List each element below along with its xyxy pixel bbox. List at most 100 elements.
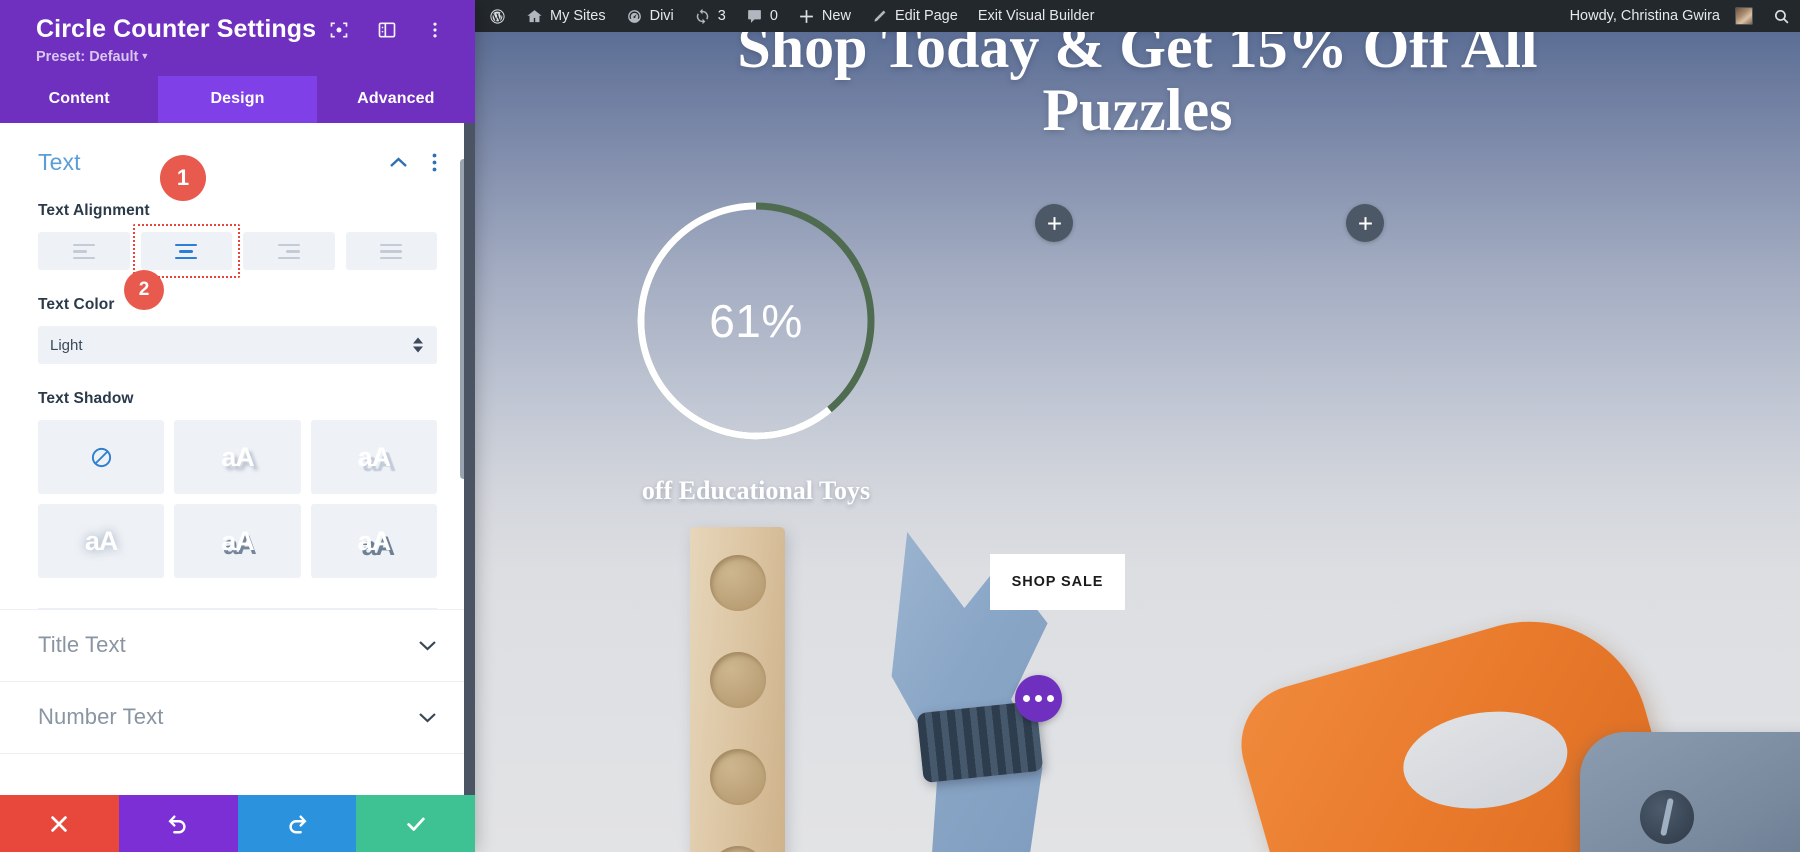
panel-scroll-area: Text Text Alignment Text Color Light Tex…: [0, 123, 475, 795]
admin-bar-label: New: [821, 8, 851, 24]
howdy-label: Howdy, Christina Gwira: [1569, 8, 1720, 24]
hero-section: Shop Today & Get 15% Off All Puzzles: [475, 32, 1800, 142]
admin-bar-howdy[interactable]: Howdy, Christina Gwira: [1556, 0, 1763, 32]
preset-label: Preset: Default: [36, 49, 139, 66]
add-module-button-1[interactable]: [1035, 204, 1073, 242]
text-color-select[interactable]: [38, 326, 437, 365]
admin-bar-label: Exit Visual Builder: [977, 8, 1095, 24]
panel-title: Circle Counter Settings: [36, 15, 317, 43]
circle-counter-percent: 61%: [709, 295, 803, 347]
text-shadow-preview: aA: [357, 441, 392, 472]
align-justify-icon: [380, 243, 403, 259]
module-settings-dots-button[interactable]: [1015, 675, 1062, 722]
panel-header: Circle Counter Settings Preset: Default ▼: [0, 0, 475, 77]
chevron-down-icon: ▼: [140, 51, 150, 62]
align-right-icon: [277, 243, 300, 259]
undo-icon: [168, 814, 186, 833]
field-text-color: Text Color: [38, 296, 437, 365]
plus-icon: [1358, 216, 1372, 230]
text-shadow-preview: aA: [221, 441, 255, 472]
circle-counter-title: off Educational Toys: [641, 476, 871, 505]
text-shadow-preview: aA: [357, 525, 392, 556]
annotation-badge-1-label: 1: [176, 165, 190, 190]
panel-body: Text Text Alignment Text Color Light Tex…: [0, 123, 475, 795]
text-shadow-none-button[interactable]: [38, 420, 165, 495]
admin-bar-divi[interactable]: Divi: [616, 0, 684, 32]
speedometer-icon: [627, 9, 641, 23]
admin-bar-wordpress-logo[interactable]: [475, 0, 516, 32]
align-center-button[interactable]: [132, 224, 240, 279]
redo-button[interactable]: [237, 795, 357, 852]
wp-admin-bar: My Sites Divi 3 0 New Edit Page Exit Vis…: [475, 0, 1800, 32]
tab-advanced[interactable]: Advanced: [317, 76, 475, 123]
plus-icon: [1047, 216, 1061, 230]
chevron-down-icon[interactable]: [418, 711, 437, 724]
circle-counter-module[interactable]: 61% off Educational Toys: [619, 184, 893, 506]
text-shadow-preview: aA: [84, 525, 119, 556]
section-text-title: Text: [38, 149, 81, 176]
text-shadow-option-2-button[interactable]: aA: [174, 420, 301, 495]
kebab-menu-icon[interactable]: [425, 20, 445, 40]
section-next-partial[interactable]: [0, 753, 475, 795]
text-alignment-label: Text Alignment: [38, 202, 150, 220]
annotation-badge-2-label: 2: [138, 279, 150, 300]
comment-bubble-icon: [747, 9, 761, 23]
dot: [1023, 695, 1030, 702]
align-justify-button[interactable]: [345, 232, 437, 271]
admin-bar-exit-visual-builder[interactable]: Exit Visual Builder: [968, 0, 1105, 32]
admin-bar-label: 3: [717, 8, 726, 24]
admin-bar-my-sites[interactable]: My Sites: [516, 0, 616, 32]
multisite-icon: [527, 9, 542, 22]
text-shadow-option-6-button[interactable]: aA: [310, 504, 437, 579]
chevron-up-icon[interactable]: [389, 156, 408, 169]
admin-bar-updates[interactable]: 3: [684, 0, 736, 32]
layout-panel-icon[interactable]: [377, 20, 397, 40]
cancel-changes-button[interactable]: [0, 795, 119, 852]
tab-content[interactable]: Content: [0, 76, 158, 123]
kebab-menu-icon[interactable]: [432, 153, 437, 172]
dot: [1047, 695, 1054, 702]
close-icon: [51, 815, 68, 832]
text-alignment-buttons: [38, 224, 437, 279]
admin-bar-edit-page[interactable]: Edit Page: [861, 0, 968, 32]
add-module-button-2[interactable]: [1346, 204, 1384, 242]
shop-sale-button[interactable]: SHOP SALE: [990, 554, 1125, 610]
align-left-button[interactable]: [38, 232, 130, 271]
plus-icon: [800, 9, 813, 23]
search-icon: [1774, 9, 1789, 23]
admin-bar-comments[interactable]: 0: [736, 0, 788, 32]
annotation-badge-2: 2: [124, 270, 164, 310]
section-text-header[interactable]: Text: [38, 149, 437, 176]
section-title-text[interactable]: Title Text: [0, 609, 475, 681]
no-shadow-icon: [91, 447, 111, 467]
field-text-alignment: Text Alignment: [38, 202, 437, 279]
text-shadow-option-4-button[interactable]: aA: [38, 504, 165, 579]
chevron-down-icon[interactable]: [418, 639, 437, 652]
tab-design[interactable]: Design: [158, 76, 317, 124]
admin-bar-label: Edit Page: [894, 8, 958, 24]
hero-headline: Shop Today & Get 15% Off All Puzzles: [737, 32, 1538, 143]
admin-bar-new[interactable]: New: [788, 0, 861, 32]
dot: [1035, 695, 1042, 702]
field-text-shadow: Text Shadow aA aA aA aA aA: [38, 390, 437, 579]
preset-selector[interactable]: Preset: Default ▼: [36, 49, 149, 65]
section-number-text[interactable]: Number Text: [0, 681, 475, 753]
focus-target-icon[interactable]: [329, 20, 349, 40]
screen-root: My Sites Divi 3 0 New Edit Page Exit Vis…: [0, 0, 1800, 852]
text-shadow-options: aA aA aA aA aA: [38, 420, 437, 579]
text-shadow-option-5-button[interactable]: aA: [174, 504, 301, 579]
module-settings-panel: Circle Counter Settings Preset: Default ▼: [0, 0, 475, 852]
wordpress-logo-icon: [490, 8, 505, 24]
save-changes-button[interactable]: [356, 795, 475, 852]
undo-button[interactable]: [118, 795, 238, 852]
section-number-text-label: Number Text: [38, 704, 164, 730]
admin-bar-search[interactable]: [1763, 0, 1800, 32]
text-shadow-option-3-button[interactable]: aA: [310, 420, 437, 495]
align-right-button[interactable]: [243, 232, 335, 271]
panel-tabs: Content Design Advanced: [0, 76, 475, 124]
align-left-icon: [72, 243, 95, 259]
admin-bar-right: Howdy, Christina Gwira: [1556, 0, 1800, 32]
updates-icon: [696, 8, 708, 24]
photo-wooden-ruler: [690, 527, 785, 852]
photo-gray-tool: [1580, 732, 1800, 852]
